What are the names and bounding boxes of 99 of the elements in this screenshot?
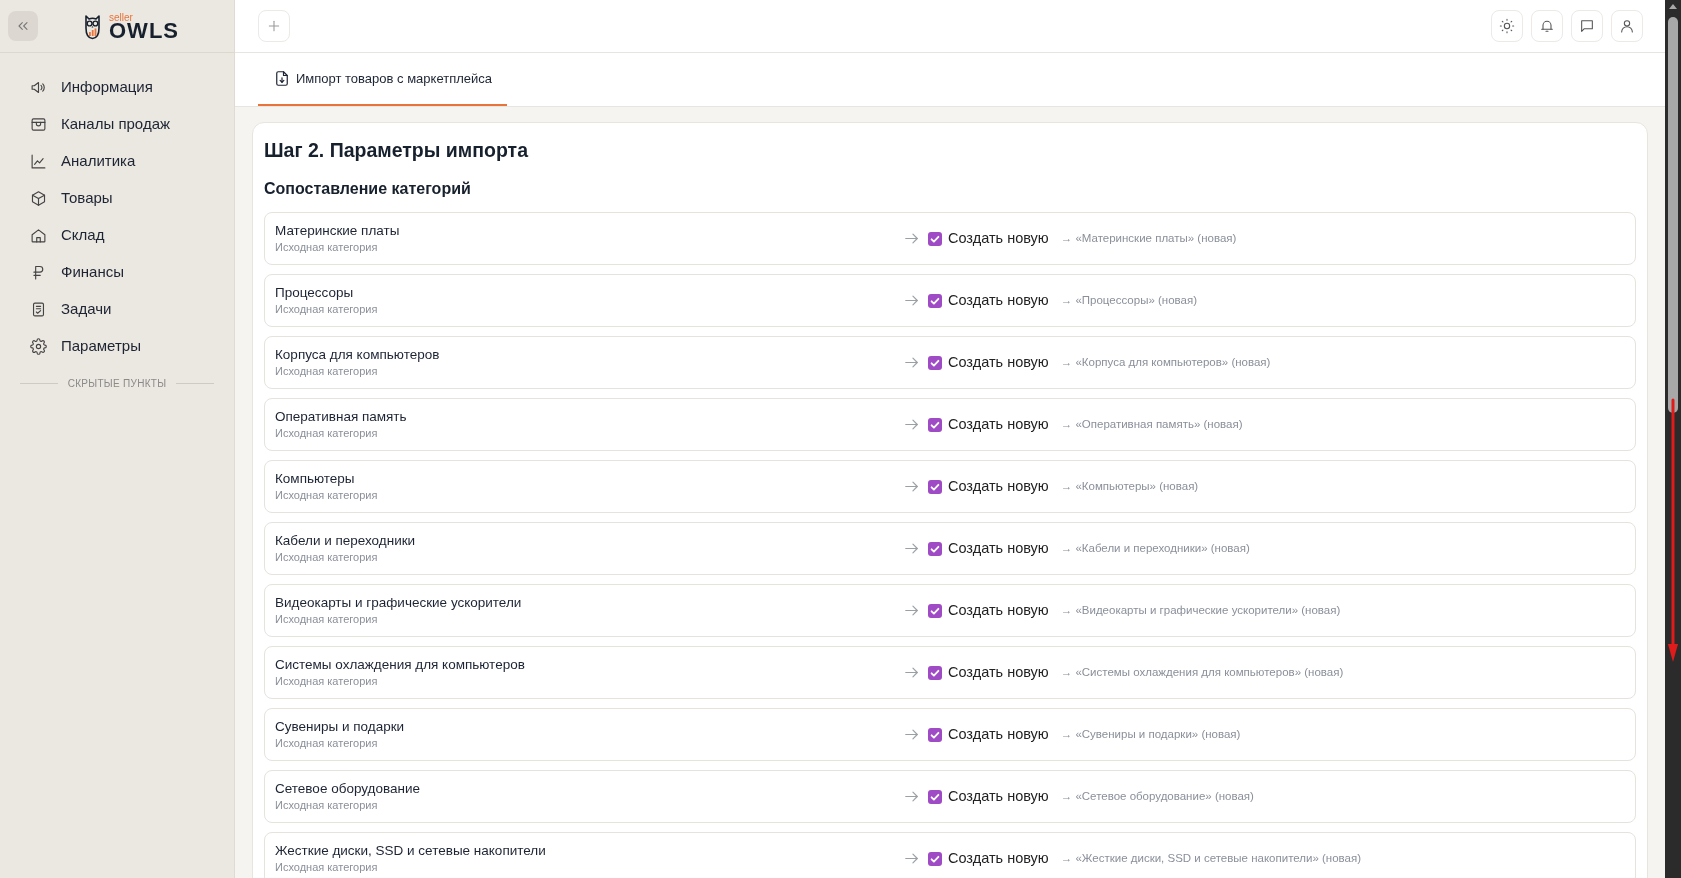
sidebar-item[interactable]: Каналы продаж bbox=[0, 106, 234, 143]
section-heading: Сопоставление категорий bbox=[264, 179, 472, 199]
arrow-right-icon bbox=[905, 790, 918, 803]
sidebar-item[interactable]: Задачи bbox=[0, 291, 234, 328]
target-category: → «Кабели и переходники» (новая) bbox=[1060, 540, 1250, 556]
checkbox[interactable] bbox=[928, 789, 942, 804]
notifications-button[interactable] bbox=[1531, 10, 1563, 42]
target-category: → «Сувениры и подарки» (новая) bbox=[1060, 726, 1241, 742]
arrow-right-icon bbox=[905, 542, 918, 555]
category-name: Сетевое оборудование bbox=[275, 780, 421, 798]
line-chart-icon bbox=[30, 153, 47, 170]
theme-button[interactable] bbox=[1491, 10, 1523, 42]
arrow-right-icon bbox=[905, 666, 918, 679]
category-caption: Исходная категория bbox=[275, 798, 379, 813]
category-name: Жесткие диски, SSD и сетевые накопители bbox=[275, 842, 547, 860]
arrow-right-icon bbox=[905, 232, 918, 245]
target-category: → «Оперативная память» (новая) bbox=[1060, 416, 1243, 432]
checkbox-label: Создать новую bbox=[948, 538, 1049, 558]
arrow-right-icon bbox=[905, 852, 918, 865]
arrow-right-icon bbox=[905, 418, 918, 431]
checkbox-label: Создать новую bbox=[948, 352, 1049, 372]
category-caption: Исходная категория bbox=[275, 240, 379, 255]
profile-button[interactable] bbox=[1611, 10, 1643, 42]
category-name: Компьютеры bbox=[275, 470, 356, 488]
target-category: → «Процессоры» (новая) bbox=[1060, 292, 1197, 308]
arrow-right-icon bbox=[905, 604, 918, 617]
messages-button[interactable] bbox=[1571, 10, 1603, 42]
category-name: Материнские платы bbox=[275, 222, 401, 240]
checkbox-label: Создать новую bbox=[948, 290, 1049, 310]
target-category: → «Жесткие диски, SSD и сетевые накопители» (новая) bbox=[1060, 850, 1362, 866]
checkbox[interactable] bbox=[928, 541, 942, 556]
category-caption: Исходная категория bbox=[275, 860, 379, 875]
plus-icon bbox=[266, 18, 282, 34]
category-caption: Исходная категория bbox=[275, 612, 379, 627]
checkbox[interactable] bbox=[928, 851, 942, 866]
scrollbar[interactable] bbox=[1665, 0, 1681, 878]
category-name: Сувениры и подарки bbox=[275, 718, 406, 736]
category-caption: Исходная категория bbox=[275, 364, 379, 379]
arrow-right-icon bbox=[905, 480, 918, 493]
checkbox[interactable] bbox=[928, 665, 942, 680]
checkbox-label: Создать новую bbox=[948, 724, 1049, 744]
checkbox-label: Создать новую bbox=[948, 662, 1049, 682]
checkbox-label: Создать новую bbox=[948, 848, 1049, 868]
sun-icon bbox=[1499, 18, 1515, 34]
file-download-icon bbox=[275, 71, 289, 86]
checkbox[interactable] bbox=[928, 417, 942, 432]
arrow-right-icon bbox=[905, 728, 918, 741]
tab[interactable]: Импорт товаров с маркетплейса bbox=[258, 53, 507, 106]
gear-icon bbox=[30, 338, 47, 355]
sidebar-item[interactable]: Параметры bbox=[0, 328, 234, 365]
chat-bubble-icon bbox=[1579, 18, 1595, 34]
arrow-right-icon bbox=[905, 356, 918, 369]
category-name: Системы охлаждения для компьютеров bbox=[275, 656, 526, 674]
category-caption: Исходная категория bbox=[275, 302, 379, 317]
target-category: → «Компьютеры» (новая) bbox=[1060, 478, 1199, 494]
checkbox-label: Создать новую bbox=[948, 228, 1049, 248]
category-name: Кабели и переходники bbox=[275, 532, 417, 550]
target-category: → «Видеокарты и графические ускорители» (новая) bbox=[1060, 602, 1341, 618]
bell-icon bbox=[1539, 18, 1555, 34]
cube-icon bbox=[30, 190, 47, 207]
target-category: → «Системы охлаждения для компьютеров» (новая) bbox=[1060, 664, 1344, 680]
category-caption: Исходная категория bbox=[275, 674, 379, 689]
checkbox-label: Создать новую bbox=[948, 786, 1049, 806]
speaker-icon bbox=[30, 79, 47, 96]
logo-tagline: seller bbox=[109, 12, 133, 22]
arrow-right-icon bbox=[905, 294, 918, 307]
category-caption: Исходная категория bbox=[275, 488, 379, 503]
target-category: → «Сетевое оборудование» (новая) bbox=[1060, 788, 1254, 804]
checkbox[interactable] bbox=[928, 355, 942, 370]
category-name: Корпуса для компьютеров bbox=[275, 346, 441, 364]
section-label: СКРЫТЫЕ ПУНКТЫ bbox=[67, 377, 167, 391]
checkbox[interactable] bbox=[928, 603, 942, 618]
page-title: Шаг 2. Параметры импорта bbox=[264, 138, 530, 163]
checkbox[interactable] bbox=[928, 231, 942, 246]
target-category: → «Корпуса для компьютеров» (новая) bbox=[1060, 354, 1271, 370]
house-icon bbox=[30, 227, 47, 244]
sidebar-item[interactable]: Информация bbox=[0, 69, 234, 106]
category-caption: Исходная категория bbox=[275, 736, 379, 751]
category-caption: Исходная категория bbox=[275, 550, 379, 565]
checkbox-label: Создать новую bbox=[948, 414, 1049, 434]
sidebar-item[interactable]: Финансы bbox=[0, 254, 234, 291]
archive-box-icon bbox=[30, 116, 47, 133]
checklist-document-icon bbox=[30, 301, 47, 318]
checkbox[interactable] bbox=[928, 293, 942, 308]
user-icon bbox=[1619, 18, 1635, 34]
category-name: Видеокарты и графические ускорители bbox=[275, 594, 523, 612]
logo-wordmark: OWLS bbox=[109, 21, 179, 40]
category-name: Оперативная память bbox=[275, 408, 408, 426]
sidebar-item[interactable]: Аналитика bbox=[0, 143, 234, 180]
checkbox[interactable] bbox=[928, 727, 942, 742]
sidebar-item[interactable]: Товары bbox=[0, 180, 234, 217]
checkbox-label: Создать новую bbox=[948, 600, 1049, 620]
target-category: → «Материнские платы» (новая) bbox=[1060, 230, 1237, 246]
category-caption: Исходная категория bbox=[275, 426, 379, 441]
owl-logo-icon bbox=[84, 12, 101, 40]
sidebar-item[interactable]: Склад bbox=[0, 217, 234, 254]
checkbox-label: Создать новую bbox=[948, 476, 1049, 496]
category-name: Процессоры bbox=[275, 284, 355, 302]
checkbox[interactable] bbox=[928, 479, 942, 494]
